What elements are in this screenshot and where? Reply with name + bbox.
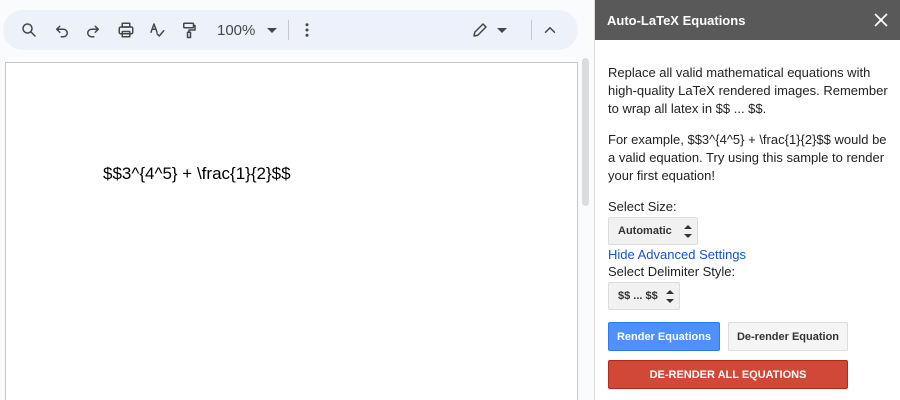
docs-area: 100% $$3^{4^5} + \frac{1}{2}$$ [0,0,594,400]
search-icon[interactable] [17,18,41,42]
toolbar-divider [531,20,532,40]
more-vert-icon[interactable] [295,18,319,42]
select-arrows-icon [666,290,674,303]
docs-toolbar: 100% [3,10,578,50]
close-icon[interactable] [873,12,889,28]
zoom-select[interactable]: 100% [209,18,278,42]
size-select[interactable]: Automatic [608,217,698,245]
spellcheck-icon[interactable] [145,18,169,42]
undo-icon[interactable] [50,18,74,42]
hide-advanced-settings-link[interactable]: Hide Advanced Settings [608,247,746,262]
chevron-down-icon [267,27,278,33]
paint-format-icon[interactable] [177,18,201,42]
pencil-icon[interactable] [468,18,492,42]
redo-icon[interactable] [81,18,105,42]
select-arrows-icon [684,225,692,238]
zoom-value: 100% [217,21,256,39]
size-select-value: Automatic [618,225,672,237]
scrollbar-thumb[interactable] [582,58,589,206]
chevron-up-icon[interactable] [538,18,562,42]
sidebar-title: Auto-LaTeX Equations [607,12,746,28]
chevron-down-icon [497,27,507,33]
render-equations-button[interactable]: Render Equations [608,322,720,351]
editing-mode-dropdown[interactable] [490,18,514,42]
example-text: For example, $$3^{4^5} + \frac{1}{2}$$ w… [608,132,887,183]
document-text[interactable]: $$3^{4^5} + \frac{1}{2}$$ [103,164,291,184]
toolbar-divider [288,20,289,40]
delimiter-label: Select Delimiter Style: [608,264,736,279]
sidebar-header: Auto-LaTeX Equations [595,0,900,40]
delimiter-select[interactable]: $$ ... $$ [608,282,680,310]
document-page[interactable]: $$3^{4^5} + \frac{1}{2}$$ [5,62,578,400]
size-label: Select Size: [608,199,677,214]
delimiter-select-value: $$ ... $$ [618,290,658,302]
derender-all-button[interactable]: DE-RENDER ALL EQUATIONS [608,360,848,389]
app-root: 100% $$3^{4^5} + \frac{1}{2}$$ Auto-LaTe… [0,0,900,400]
derender-equation-button[interactable]: De-render Equation [728,322,848,351]
print-icon[interactable] [114,18,138,42]
intro-text: Replace all valid mathematical equations… [608,65,888,116]
addon-sidebar: Auto-LaTeX Equations Replace all valid m… [594,0,900,400]
